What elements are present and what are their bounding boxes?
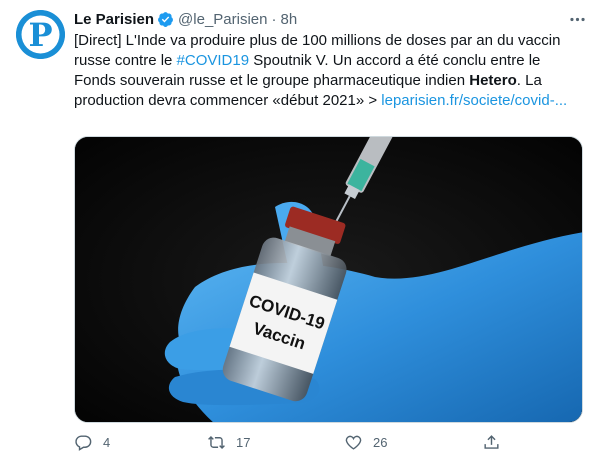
tweet-image[interactable]: COVID-19 Vaccin <box>74 136 583 423</box>
tweet-text: [Direct] L'Inde va produire plus de 100 … <box>74 31 584 111</box>
timestamp[interactable]: 8h <box>280 11 297 28</box>
author-name[interactable]: Le Parisien <box>74 11 154 28</box>
like-icon <box>345 435 362 450</box>
article-link[interactable]: leparisien.fr/societe/covid-... <box>381 92 567 109</box>
tweet[interactable]: P Le Parisien @le_Parisien · 8h [Direct]… <box>0 0 600 464</box>
share-button[interactable] <box>482 428 511 456</box>
verified-icon <box>157 11 174 28</box>
like-button[interactable]: 26 <box>344 428 387 456</box>
vaccine-illustration: COVID-19 Vaccin <box>75 137 582 422</box>
reply-icon <box>75 434 92 451</box>
retweet-button[interactable]: 17 <box>207 428 250 456</box>
author-handle[interactable]: @le_Parisien <box>178 11 267 28</box>
share-icon <box>484 434 499 449</box>
reply-count: 4 <box>103 434 111 450</box>
hashtag-link[interactable]: #COVID19 <box>177 52 250 69</box>
retweet-count: 17 <box>236 434 251 450</box>
tweet-header: Le Parisien @le_Parisien · 8h <box>74 9 297 29</box>
more-icon[interactable] <box>566 8 588 30</box>
like-count: 26 <box>373 434 388 450</box>
tweet-actions: 4 17 26 <box>74 428 584 456</box>
retweet-icon <box>208 435 225 449</box>
avatar[interactable]: P <box>16 10 65 59</box>
reply-button[interactable]: 4 <box>74 428 110 456</box>
tweet-text-bold: Hetero <box>469 72 517 89</box>
avatar-letter: P <box>28 16 52 54</box>
separator-dot: · <box>271 10 277 28</box>
